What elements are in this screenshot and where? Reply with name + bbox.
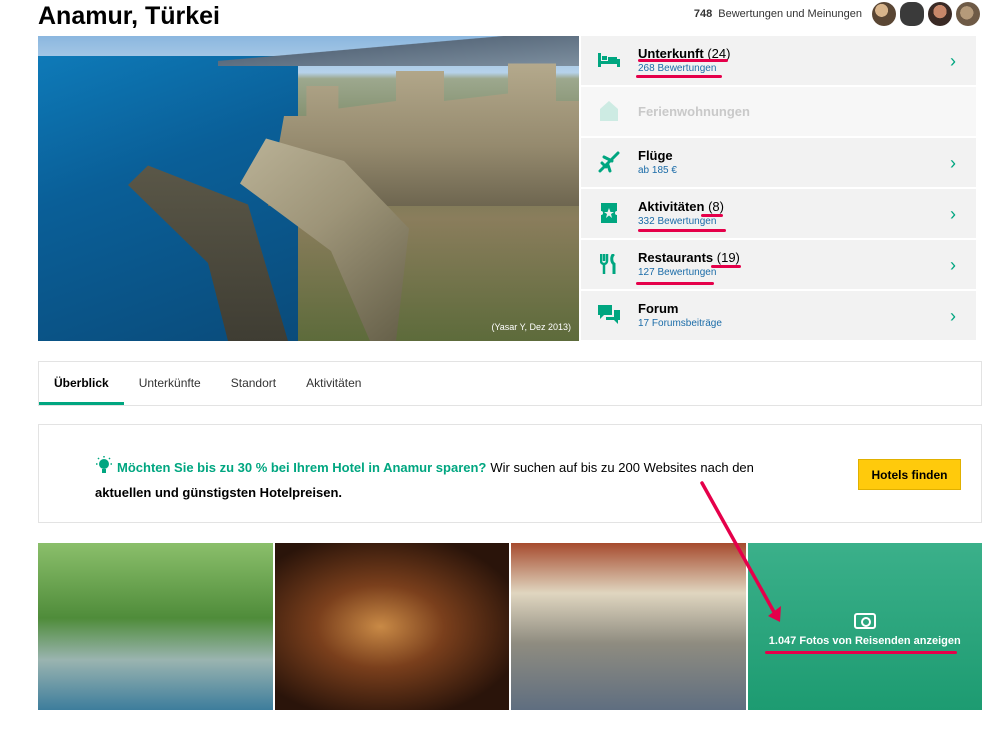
annotation-underline: [765, 651, 957, 654]
house-icon: [597, 99, 621, 123]
promo-highlight: Möchten Sie bis zu 30 % bei Ihrem Hotel …: [117, 460, 487, 475]
ticket-icon: [597, 201, 621, 225]
annotation-underline: [636, 75, 722, 78]
cutlery-icon: [597, 252, 621, 276]
reviewer-avatars: [872, 2, 980, 26]
avatar[interactable]: [872, 2, 896, 26]
review-text: Bewertungen und Meinungen: [718, 8, 862, 20]
reviews-summary[interactable]: 748 Bewertungen und Meinungen: [694, 2, 980, 26]
page: Anamur, Türkei 748 Bewertungen und Meinu…: [0, 0, 998, 736]
tab-ueberblick[interactable]: Überblick: [39, 362, 124, 405]
photo-credit: (Yasar Y, Dez 2013): [491, 322, 571, 332]
annotation-underline: [711, 265, 741, 268]
hotels-finden-button[interactable]: Hotels finden: [858, 459, 961, 490]
category-name: Forum: [638, 301, 679, 316]
photo-thumbnail[interactable]: [274, 543, 509, 710]
chevron-right-icon: ›: [950, 153, 956, 173]
promo-text-bold: aktuellen und günstigsten Hotelpreisen.: [95, 485, 343, 500]
chevron-right-icon: ›: [950, 204, 956, 224]
avatar[interactable]: [956, 2, 980, 26]
chat-icon: [597, 303, 621, 327]
category-forum-link[interactable]: 17 Forumsbeiträge: [638, 318, 722, 329]
avatar[interactable]: [900, 2, 924, 26]
chevron-right-icon: ›: [950, 306, 956, 326]
bed-icon: [597, 48, 621, 72]
category-reviews-link[interactable]: 332 Bewertungen: [638, 216, 716, 227]
more-photos-tile[interactable]: 1.047 Fotos von Reisenden anzeigen: [747, 543, 982, 710]
lightbulb-icon: [95, 456, 113, 479]
photo-thumbnail[interactable]: [511, 543, 746, 710]
category-name: Ferienwohnungen: [638, 104, 750, 119]
tab-bar: Überblick Unterkünfte Standort Aktivität…: [38, 361, 982, 406]
annotation-underline: [636, 282, 714, 285]
category-price[interactable]: ab 185 €: [638, 165, 677, 176]
camera-icon: [853, 613, 876, 629]
category-fluege[interactable]: Flüge ab 185 € ›: [581, 138, 976, 187]
category-name: Restaurants: [638, 250, 714, 265]
annotation-underline: [638, 59, 728, 62]
category-count: (19): [716, 250, 740, 265]
tab-standort[interactable]: Standort: [216, 362, 291, 405]
plane-icon: [597, 150, 621, 174]
chevron-right-icon: ›: [950, 255, 956, 275]
category-forum[interactable]: Forum 17 Forumsbeiträge ›: [581, 291, 976, 340]
hotel-promo: Möchten Sie bis zu 30 % bei Ihrem Hotel …: [38, 424, 982, 523]
annotation-underline: [701, 214, 723, 217]
avatar[interactable]: [928, 2, 952, 26]
more-photos-label: 1.047 Fotos von Reisenden anzeigen: [768, 635, 961, 647]
annotation-underline: [638, 229, 726, 232]
category-count: (8): [708, 199, 724, 214]
category-list: Unterkunft (24) 268 Bewertungen › Ferien…: [581, 36, 976, 342]
chevron-right-icon: ›: [950, 51, 956, 71]
photo-thumbnail[interactable]: [38, 543, 273, 710]
category-name: Aktivitäten: [638, 199, 705, 214]
photo-strip: 1.047 Fotos von Reisenden anzeigen: [38, 543, 982, 710]
tab-aktivitaeten[interactable]: Aktivitäten: [291, 362, 376, 405]
category-name: Flüge: [638, 148, 673, 163]
page-title: Anamur, Türkei: [38, 2, 220, 30]
review-count: 748: [693, 8, 713, 20]
category-reviews-link[interactable]: 127 Bewertungen: [638, 267, 716, 278]
category-ferienwohnungen: Ferienwohnungen: [581, 87, 976, 136]
tab-unterkuenfte[interactable]: Unterkünfte: [124, 362, 216, 405]
promo-text: Wir suchen auf bis zu 200 Websites nach …: [490, 460, 754, 475]
category-reviews-link[interactable]: 268 Bewertungen: [638, 63, 716, 74]
hero-mountains: [218, 36, 579, 66]
hero-photo[interactable]: (Yasar Y, Dez 2013): [38, 36, 579, 341]
